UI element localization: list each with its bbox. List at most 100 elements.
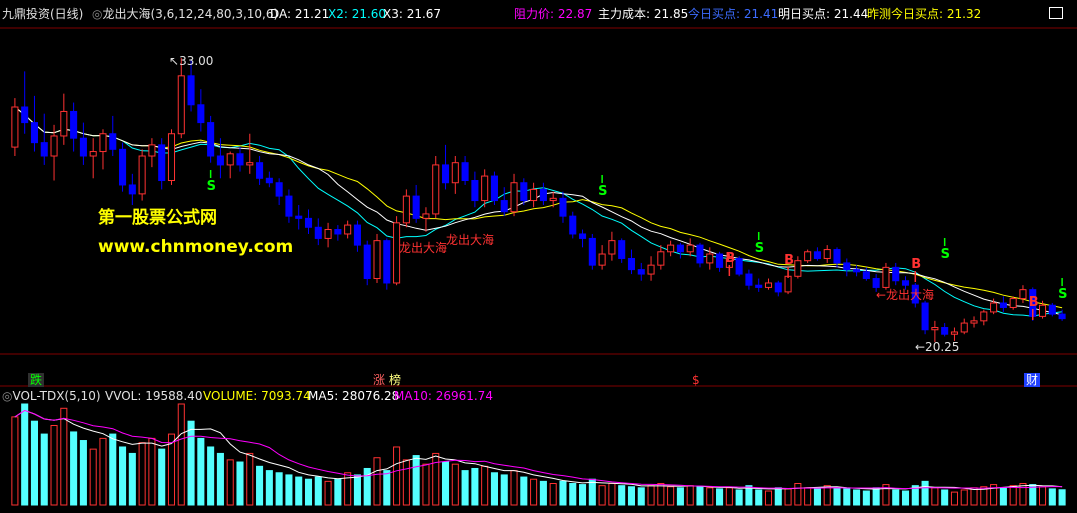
candle-body — [295, 215, 303, 219]
x2-value: X2: 21.60 — [328, 7, 387, 21]
volume-bar — [402, 459, 410, 506]
volume-bar — [784, 488, 792, 506]
candle-body — [804, 251, 812, 262]
volume-bar — [735, 489, 743, 506]
volume-bar — [813, 488, 821, 506]
volume-bar — [422, 463, 430, 506]
volume-bar — [187, 420, 195, 506]
candle-body — [618, 240, 626, 259]
indicator-name[interactable]: ◎龙出大海(3,6,12,24,80,3,10,6) — [92, 7, 278, 21]
volume-bar — [314, 476, 322, 506]
volume-bar — [657, 483, 665, 506]
candle-body — [79, 137, 87, 157]
volume-bar — [950, 491, 958, 506]
volume-bar — [1019, 483, 1027, 506]
volume-bar — [79, 440, 87, 506]
candle-body — [50, 135, 58, 157]
event-tag-dollar[interactable]: $ — [692, 373, 700, 387]
candle-body — [246, 162, 254, 166]
candle-body — [892, 266, 900, 282]
volume-bar — [89, 448, 97, 506]
volume-bar — [246, 452, 254, 506]
volume-bar — [167, 433, 176, 506]
volume-bar — [588, 478, 596, 506]
candle-body — [324, 229, 332, 239]
volume-bar — [383, 470, 391, 506]
volume-bar — [461, 470, 469, 506]
candle-body — [686, 244, 694, 253]
volume-bar — [774, 487, 782, 506]
candle-body — [148, 144, 156, 157]
volume-bar — [627, 486, 636, 506]
volume-bar — [177, 403, 185, 506]
candle-body — [60, 110, 68, 137]
candle-body — [226, 153, 234, 166]
candle-body — [931, 327, 939, 331]
candle-body — [451, 162, 459, 184]
candle-body — [422, 213, 430, 219]
event-tag-finance[interactable]: 财 — [1024, 373, 1041, 387]
candle-body — [89, 151, 97, 157]
volume-bar — [872, 487, 880, 506]
volume-bar — [334, 478, 342, 506]
event-tag-rank[interactable]: 榜 — [389, 373, 401, 387]
volume-bar — [50, 424, 58, 506]
today-buy-value: 今日买点: 21.41 — [688, 7, 779, 21]
candle-body — [412, 195, 420, 219]
candle-body — [500, 200, 508, 213]
volume-bar — [647, 485, 655, 506]
buy-signal-mark: B — [725, 251, 735, 266]
candle-body — [970, 320, 978, 324]
volume-bar — [295, 476, 303, 506]
volume-bar — [618, 485, 626, 506]
candle-body — [256, 162, 264, 179]
vol-indicator-name[interactable]: ◎VOL-TDX(5,10) — [2, 389, 101, 403]
candle-body — [138, 155, 146, 195]
volume-bar — [451, 463, 459, 506]
volume-bar — [207, 446, 215, 506]
sell-signal-mark: S — [1058, 287, 1067, 302]
volume-bar — [481, 465, 489, 506]
candle-body — [383, 240, 391, 284]
volume-bar — [432, 452, 440, 506]
volume-bar — [608, 483, 616, 506]
volume-bar — [862, 490, 870, 506]
volume-bar — [725, 487, 733, 506]
app-title[interactable]: 九鼎投资(日线) — [2, 7, 83, 21]
low-price-label: ←20.25 — [915, 340, 960, 354]
main-cost-value: 主力成本: 21.85 — [598, 7, 689, 21]
candle-body — [1048, 304, 1056, 315]
candle-body — [657, 251, 665, 266]
event-tag-fall[interactable]: 跌 — [28, 373, 45, 387]
volume-bar — [999, 487, 1007, 506]
volume-bar — [843, 488, 851, 506]
candle-body — [344, 224, 352, 235]
volume-bar — [158, 448, 166, 506]
volume-bar — [60, 407, 68, 506]
candle-body — [999, 302, 1007, 308]
candle-body — [432, 164, 440, 215]
volume-bar — [667, 486, 675, 506]
tomorrow-buy-value: 明日买点: 21.44 — [778, 7, 869, 21]
corner-icon[interactable] — [1049, 7, 1063, 19]
buy-signal-mark: B — [911, 257, 921, 272]
event-tag-rise[interactable]: 涨 — [373, 373, 385, 387]
candle-body — [706, 253, 714, 264]
candle-body — [70, 110, 78, 139]
candle-body — [862, 271, 870, 280]
candle-body — [559, 197, 567, 217]
candle-body — [843, 262, 851, 271]
candle-body — [637, 269, 645, 275]
candle-body — [901, 280, 910, 286]
candle-body — [128, 184, 136, 195]
volume-bar — [500, 474, 508, 506]
candle-body — [569, 215, 577, 235]
volume-bar — [119, 446, 127, 506]
volume-bar — [941, 489, 949, 506]
volume-bar — [960, 489, 968, 506]
high-price-value: 33.00 — [179, 54, 214, 68]
buy-signal-mark: B — [784, 253, 794, 268]
candle-body — [119, 148, 127, 186]
indicator-bullet-icon: ◎ — [92, 7, 103, 21]
candle-body — [304, 217, 313, 228]
